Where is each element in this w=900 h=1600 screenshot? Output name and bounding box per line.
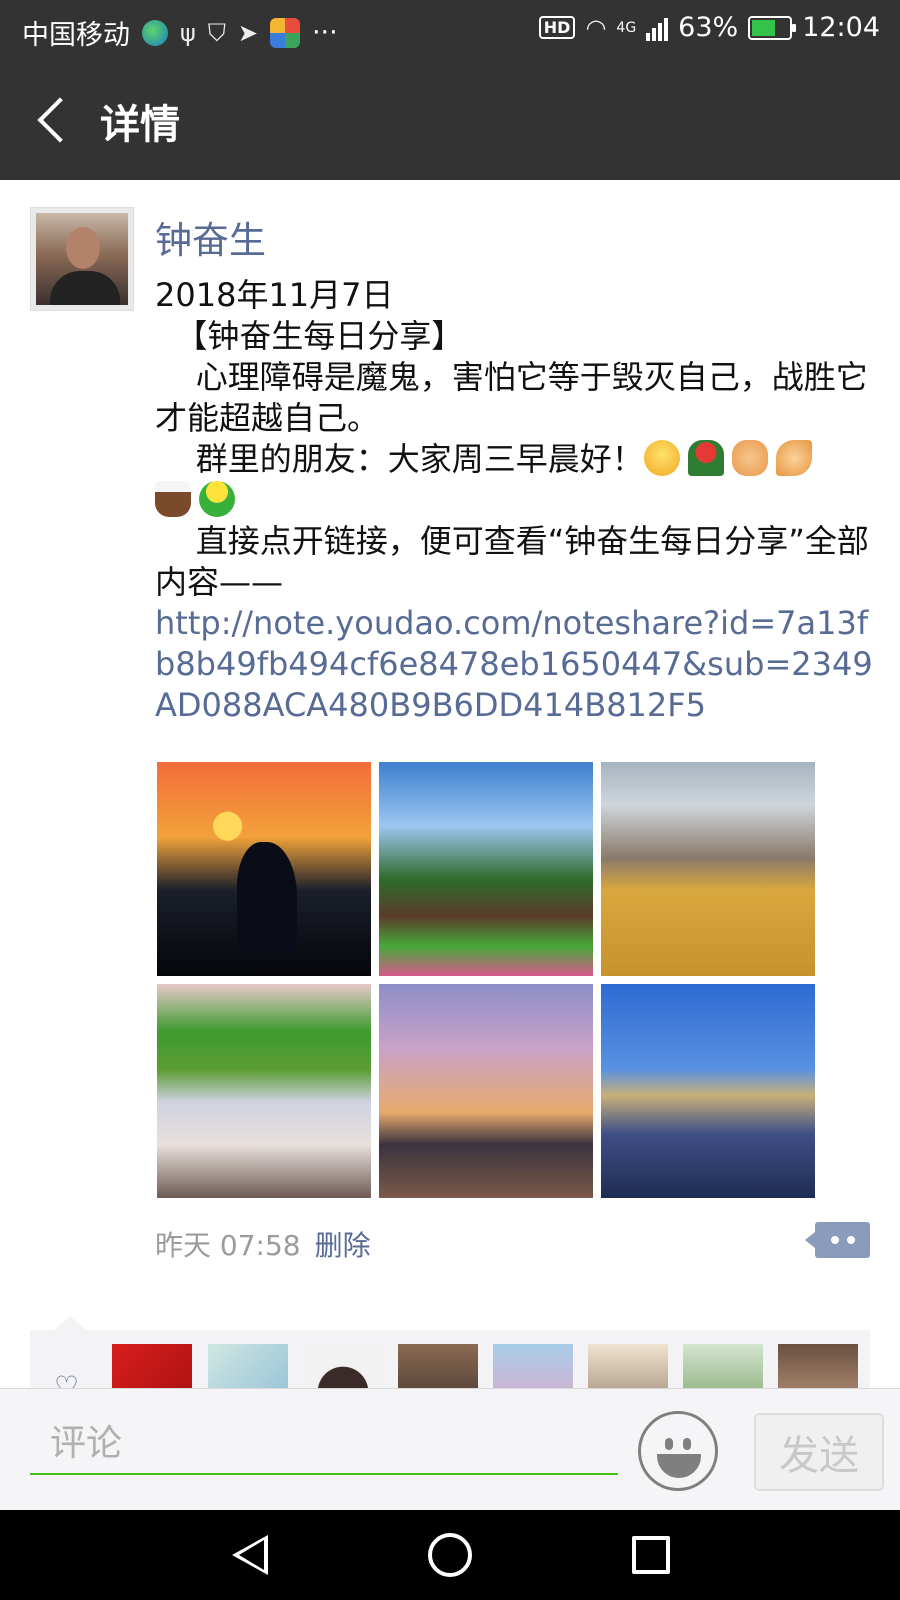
battery-percent: 63% bbox=[678, 12, 739, 43]
likes-caret bbox=[54, 1316, 86, 1330]
system-nav-bar bbox=[0, 1510, 900, 1600]
app-notification-icon bbox=[269, 17, 300, 48]
carrier-label: 中国移动 bbox=[22, 20, 130, 51]
nav-back-icon[interactable] bbox=[232, 1533, 276, 1577]
smile-emoji-icon bbox=[643, 440, 680, 476]
liker-avatar[interactable] bbox=[588, 1344, 668, 1388]
more-notifications-icon: ··· bbox=[311, 17, 338, 48]
author-avatar[interactable] bbox=[30, 207, 134, 311]
photo-grid bbox=[157, 762, 817, 1198]
liker-avatar[interactable] bbox=[208, 1344, 288, 1388]
post-time: 昨天 07:58 bbox=[155, 1229, 301, 1262]
crane-sunset-photo[interactable] bbox=[157, 762, 371, 976]
pray-emoji-icon bbox=[775, 440, 812, 476]
usb-icon: ψ bbox=[180, 18, 196, 47]
network-type-label: 4G bbox=[616, 19, 637, 36]
post-content: 2018年11月7日 【钟奋生每日分享】 心理障碍是魔鬼，害怕它等于毁灭自己，战… bbox=[155, 275, 875, 726]
green-man-emoji-icon bbox=[199, 481, 235, 517]
page-title: 详情 bbox=[100, 102, 180, 148]
clock: 12:04 bbox=[802, 12, 880, 43]
rose-emoji-icon bbox=[687, 440, 724, 476]
post-greeting-line: 群里的朋友：大家周三早晨好！ bbox=[155, 439, 875, 521]
delete-button[interactable]: 删除 bbox=[315, 1229, 371, 1262]
telegram-icon: ➤ bbox=[237, 18, 258, 47]
post-heading-line: 【钟奋生每日分享】 bbox=[155, 317, 464, 355]
post-meta: 昨天 07:58 删除 bbox=[155, 1224, 371, 1264]
signal-icon bbox=[646, 15, 669, 41]
cottage-photo[interactable] bbox=[379, 762, 593, 976]
greeting-text: 群里的朋友：大家周三早晨好！ bbox=[155, 440, 644, 478]
handshake-emoji-icon bbox=[731, 440, 768, 476]
liker-avatar[interactable] bbox=[493, 1344, 573, 1388]
post-link[interactable]: http://note.youdao.com/noteshare?id=7a13… bbox=[155, 603, 875, 726]
comment-bar: 发送 bbox=[0, 1388, 900, 1510]
abbey-hill-photo[interactable] bbox=[601, 762, 815, 976]
nav-recents-icon[interactable] bbox=[632, 1536, 670, 1574]
wifi-icon: ◠ bbox=[585, 13, 607, 42]
back-arrow-icon[interactable] bbox=[32, 98, 72, 144]
hd-icon: HD bbox=[538, 16, 576, 39]
status-bar: 中国移动 ψ ⛉ ➤ ··· HD ◠ 4G 63% 12:04 bbox=[0, 0, 900, 62]
comment-input[interactable] bbox=[30, 1413, 618, 1475]
post-instruction-line: 直接点开链接，便可查看“钟奋生每日分享”全部内容—— bbox=[155, 522, 869, 601]
liker-avatar[interactable] bbox=[398, 1344, 478, 1388]
gothic-church-photo[interactable] bbox=[379, 984, 593, 1198]
app-header: 详情 bbox=[0, 62, 900, 180]
post-quote-line: 心理障碍是魔鬼，害怕它等于毁灭自己，战胜它才能超越自己。 bbox=[155, 358, 868, 437]
liker-avatar[interactable] bbox=[778, 1344, 858, 1388]
post-date-line: 2018年11月7日 bbox=[155, 276, 394, 314]
castle-night-photo[interactable] bbox=[601, 984, 815, 1198]
shield-icon: ⛉ bbox=[207, 18, 226, 47]
liker-avatar[interactable] bbox=[303, 1344, 383, 1388]
colorful-town-photo[interactable] bbox=[157, 984, 371, 1198]
liker-avatar[interactable] bbox=[683, 1344, 763, 1388]
battery-icon bbox=[748, 15, 797, 40]
likes-panel: ♡ bbox=[30, 1330, 870, 1388]
send-button[interactable]: 发送 bbox=[754, 1413, 884, 1491]
author-name[interactable]: 钟奋生 bbox=[155, 210, 266, 264]
more-actions-button[interactable] bbox=[805, 1222, 870, 1258]
liker-avatar[interactable] bbox=[112, 1344, 192, 1388]
emoji-picker-icon[interactable] bbox=[638, 1411, 718, 1491]
coffee-emoji-icon bbox=[155, 481, 191, 517]
heart-icon: ♡ bbox=[54, 1370, 80, 1388]
globe-icon bbox=[142, 19, 168, 46]
nav-home-icon[interactable] bbox=[428, 1533, 472, 1577]
